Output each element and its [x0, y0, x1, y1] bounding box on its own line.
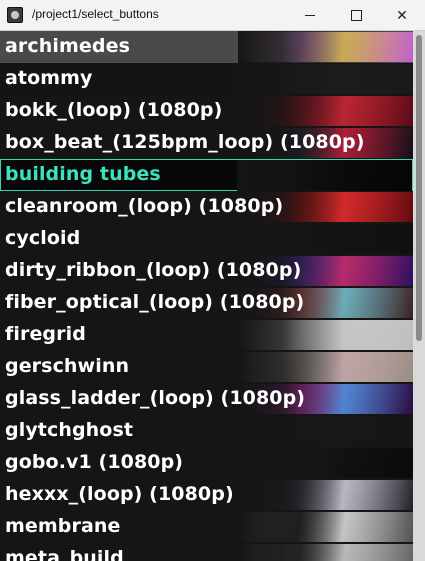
button-list: archimedes atommy bokk_(loop) (1080p) box_b… [0, 31, 413, 561]
thumbnail-fade [238, 31, 413, 63]
list-item-label: atommy [5, 67, 93, 89]
thumbnail-fade [238, 543, 413, 561]
window-title: /project1/select_buttons [32, 7, 159, 21]
thumbnail-fade [238, 319, 413, 351]
list-item-label: hexxx_(loop) (1080p) [5, 483, 234, 505]
list-item[interactable]: cycloid [0, 223, 413, 255]
close-icon: ✕ [396, 7, 408, 24]
list-item-label: gerschwinn [5, 355, 130, 377]
thumbnail-fade [238, 479, 413, 511]
maximize-button[interactable] [333, 0, 379, 31]
list-item-label: bokk_(loop) (1080p) [5, 99, 223, 121]
list-item-label: fiber_optical_(loop) (1080p) [5, 291, 305, 313]
close-button[interactable]: ✕ [379, 0, 425, 31]
thumbnail-fade [238, 415, 413, 447]
list-item[interactable]: atommy [0, 63, 413, 95]
list-item[interactable]: membrane [0, 511, 413, 543]
list-item-label: firegrid [5, 323, 86, 345]
list-item-label: membrane [5, 515, 121, 537]
scrollbar[interactable] [413, 31, 425, 561]
list-item[interactable]: fiber_optical_(loop) (1080p) [0, 287, 413, 319]
list-item[interactable]: gobo.v1 (1080p) [0, 447, 413, 479]
list-item[interactable]: glytchghost [0, 415, 413, 447]
list-item[interactable]: dirty_ribbon_(loop) (1080p) [0, 255, 413, 287]
thumbnail-fade [238, 95, 413, 127]
list-item-label: archimedes [5, 35, 130, 57]
list-item[interactable]: cleanroom_(loop) (1080p) [0, 191, 413, 223]
thumbnail-fade [238, 63, 413, 95]
list-item[interactable]: meta_build [0, 543, 413, 561]
thumbnail-fade [238, 351, 413, 383]
thumbnail-fade [238, 223, 413, 255]
list-item-label: dirty_ribbon_(loop) (1080p) [5, 259, 302, 281]
list-item[interactable]: box_beat_(125bpm_loop) (1080p) [0, 127, 413, 159]
thumbnail-fade [237, 160, 412, 192]
list-item-label: glytchghost [5, 419, 134, 441]
thumbnail-fade [238, 511, 413, 543]
list-item-label: gobo.v1 (1080p) [5, 451, 184, 473]
thumbnail-fade [238, 447, 413, 479]
list-item-label: meta_build [5, 547, 124, 561]
minimize-icon [305, 15, 315, 16]
scrollbar-thumb[interactable] [416, 35, 422, 341]
maximize-icon [350, 10, 362, 21]
list-item-label: cleanroom_(loop) (1080p) [5, 195, 284, 217]
minimize-button[interactable] [287, 0, 333, 31]
list-item-label: glass_ladder_(loop) (1080p) [5, 387, 306, 409]
list-item[interactable]: building tubes [0, 159, 413, 192]
list-item[interactable]: firegrid [0, 319, 413, 351]
list-item[interactable]: bokk_(loop) (1080p) [0, 95, 413, 127]
list-item-label: box_beat_(125bpm_loop) (1080p) [5, 131, 365, 153]
list-item[interactable]: hexxx_(loop) (1080p) [0, 479, 413, 511]
list-item-label: cycloid [5, 227, 81, 249]
app-icon [7, 7, 23, 23]
list-item[interactable]: archimedes [0, 31, 413, 63]
list-item[interactable]: glass_ladder_(loop) (1080p) [0, 383, 413, 415]
title-bar: /project1/select_buttons ✕ [0, 0, 425, 31]
list-item-label: building tubes [5, 163, 161, 185]
list-item[interactable]: gerschwinn [0, 351, 413, 383]
